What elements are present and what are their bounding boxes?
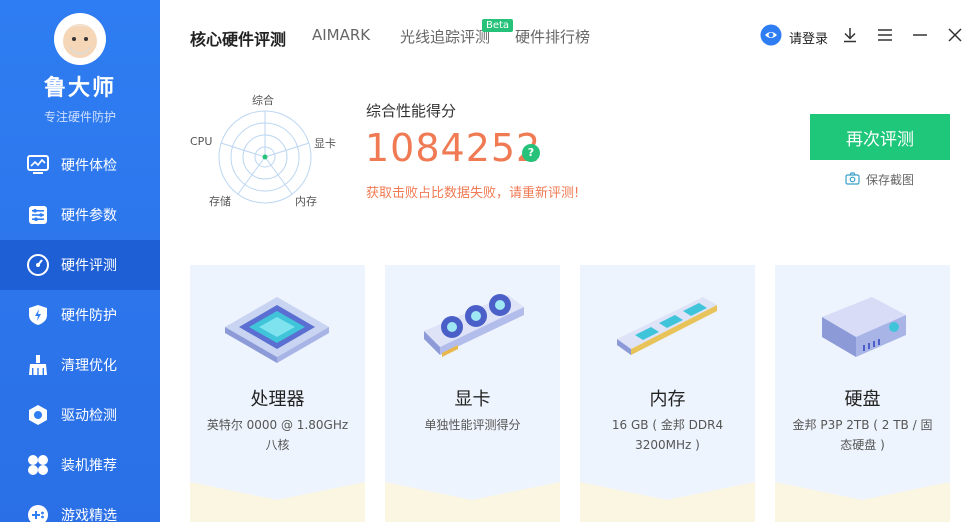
tab-aimark[interactable]: AIMARK [312, 26, 370, 44]
sidebar-item-label: 游戏精选 [61, 508, 117, 522]
card-disk[interactable]: 硬盘 金邦 P3P 2TB ( 2 TB / 固态硬盘 ) [775, 265, 950, 522]
tab-core-benchmark[interactable]: 核心硬件评测 [190, 26, 286, 50]
minimize-icon[interactable] [909, 24, 931, 46]
card-description: 金邦 P3P 2TB ( 2 TB / 固态硬盘 ) [792, 418, 933, 452]
sidebar-item-label: 硬件评测 [61, 258, 117, 274]
close-icon[interactable] [944, 24, 966, 46]
card-footer [775, 482, 950, 522]
score-title: 综合性能得分 [366, 102, 457, 120]
radar-label-cpu: CPU [190, 135, 213, 148]
login-label: 请登录 [789, 31, 829, 47]
sidebar-nav: 硬件体检 硬件参数 硬件评测 硬件防护 清理优化 驱动检测 装机推荐 游戏精选 [0, 140, 160, 522]
card-footer [190, 482, 365, 522]
app-name: 鲁大师 [43, 76, 116, 101]
graphics-card-icon [412, 287, 532, 367]
shield-bolt-icon [26, 303, 50, 327]
game-plus-icon [26, 503, 50, 522]
card-gpu[interactable]: 显卡 单独性能评测得分 [385, 265, 560, 522]
sidebar-item-label: 驱动检测 [61, 408, 117, 424]
card-title: 硬盘 [844, 389, 881, 410]
radar-label-storage: 存储 [209, 195, 231, 208]
login-button[interactable]: 请登录 [760, 24, 828, 50]
radar-label-memory: 内存 [295, 195, 317, 208]
card-description: 单独性能评测得分 [424, 418, 521, 432]
download-icon[interactable] [839, 24, 861, 46]
sidebar-item-cleanup[interactable]: 清理优化 [0, 340, 160, 390]
user-avatar-icon [760, 24, 782, 50]
sidebar-item-label: 硬件防护 [61, 308, 117, 324]
header: 核心硬件评测 AIMARK 光线追踪评测 Beta 硬件排行榜 请登录 [160, 0, 980, 70]
card-description: 16 GB ( 金邦 DDR4 3200MHz ) [611, 418, 724, 452]
sidebar-item-hardware-checkup[interactable]: 硬件体检 [0, 140, 160, 190]
gear-hex-icon [26, 403, 50, 427]
sidebar-item-driver-check[interactable]: 驱动检测 [0, 390, 160, 440]
sidebar-item-label: 清理优化 [61, 358, 117, 374]
broom-icon [26, 353, 50, 377]
radar-label-gpu: 显卡 [314, 137, 336, 150]
card-title: 处理器 [250, 389, 305, 410]
card-description: 英特尔 0000 @ 1.80GHz 八核 [206, 418, 349, 452]
card-title: 显卡 [454, 389, 491, 410]
save-screenshot-button[interactable]: 保存截图 [845, 170, 914, 189]
sidebar-item-label: 装机推荐 [61, 458, 117, 474]
sidebar-item-build-recommend[interactable]: 装机推荐 [0, 440, 160, 490]
monitor-icon [26, 153, 50, 177]
score-value: 1084252 [365, 126, 542, 170]
score-error-message: 获取击败占比数据失败，请重新评测! [366, 186, 580, 201]
cpu-chip-icon [217, 287, 337, 367]
tab-hardware-ranking[interactable]: 硬件排行榜 [515, 26, 590, 47]
help-icon[interactable]: ? [522, 144, 540, 162]
radar-label-overall: 综合 [252, 94, 274, 107]
card-footer [385, 482, 560, 522]
sidebar-item-game-picks[interactable]: 游戏精选 [0, 490, 160, 522]
logo: 鲁大师 专注硬件防护 [0, 10, 160, 125]
sidebar: 鲁大师 专注硬件防护 硬件体检 硬件参数 硬件评测 硬件防护 清理优化 驱动检测… [0, 0, 160, 522]
mascot-logo-icon [51, 10, 109, 68]
card-cpu[interactable]: 处理器 英特尔 0000 @ 1.80GHz 八核 [190, 265, 365, 522]
memory-stick-icon [607, 287, 727, 367]
app-slogan: 专注硬件防护 [43, 110, 116, 124]
camera-icon [845, 170, 860, 189]
sidebar-item-hardware-benchmark[interactable]: 硬件评测 [0, 240, 160, 290]
sidebar-item-hardware-protection[interactable]: 硬件防护 [0, 290, 160, 340]
speedometer-icon [26, 253, 50, 277]
sliders-icon [26, 203, 50, 227]
card-memory[interactable]: 内存 16 GB ( 金邦 DDR4 3200MHz ) [580, 265, 755, 522]
performance-radar: 综合 显卡 内存 存储 CPU [186, 90, 346, 215]
hard-disk-icon [802, 287, 922, 367]
sidebar-item-hardware-params[interactable]: 硬件参数 [0, 190, 160, 240]
sidebar-item-label: 硬件参数 [61, 208, 117, 224]
clover-icon [26, 453, 50, 477]
save-screenshot-label: 保存截图 [866, 173, 915, 187]
card-footer [580, 482, 755, 522]
sidebar-item-label: 硬件体检 [61, 158, 117, 174]
card-title: 内存 [649, 389, 686, 410]
tab-ray-tracing[interactable]: 光线追踪评测 [400, 26, 490, 47]
retest-button[interactable]: 再次评测 [810, 114, 950, 160]
menu-icon[interactable] [874, 24, 896, 46]
beta-badge: Beta [482, 19, 514, 32]
